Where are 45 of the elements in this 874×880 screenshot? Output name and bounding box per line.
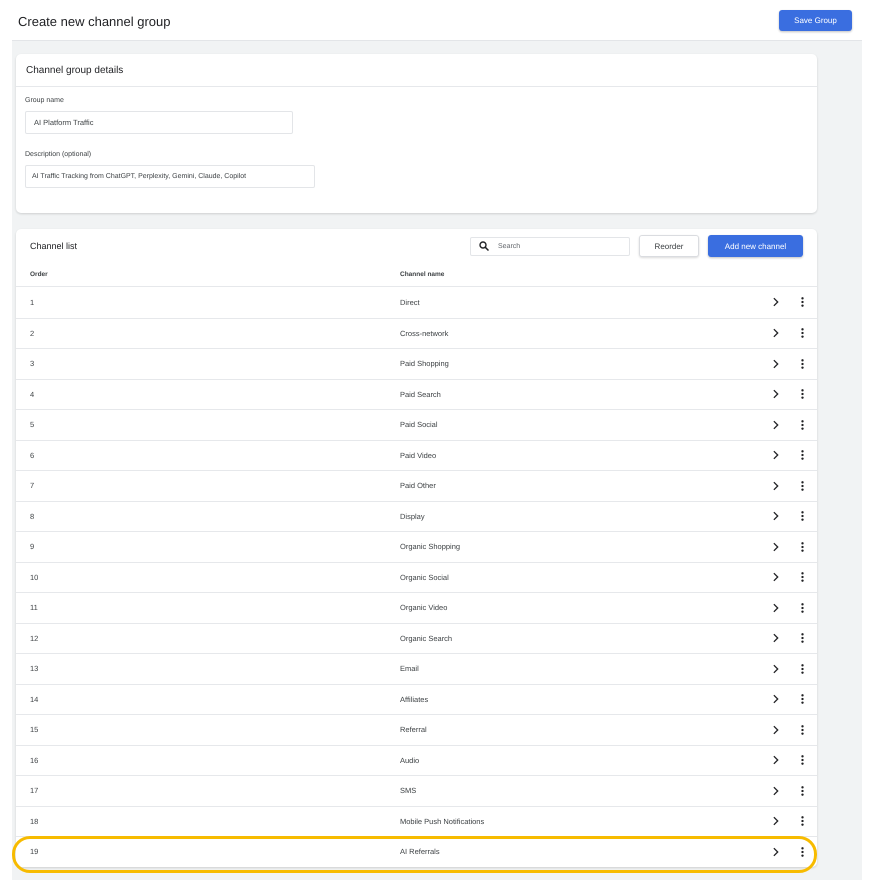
chevron-right-icon[interactable] (773, 511, 779, 522)
more-options-icon[interactable] (801, 694, 804, 704)
more-options-icon[interactable] (801, 724, 804, 735)
chevron-right-icon[interactable] (773, 633, 779, 644)
chevron-right-icon[interactable] (773, 786, 779, 796)
more-options-icon[interactable] (801, 480, 804, 491)
more-options-icon[interactable] (801, 816, 804, 826)
chevron-right-icon[interactable] (773, 694, 779, 704)
save-group-button[interactable]: Save Group (779, 10, 852, 30)
chevron-right-icon[interactable] (773, 816, 779, 826)
more-options-icon[interactable] (801, 542, 804, 552)
reorder-button[interactable]: Reorder (639, 235, 699, 257)
chevron-right-icon[interactable] (773, 602, 779, 613)
section-title: Channel list (30, 241, 78, 251)
chevron-right-icon[interactable] (773, 297, 779, 308)
chevron-right-icon[interactable] (773, 664, 779, 674)
more-options-icon[interactable] (801, 846, 804, 857)
more-options-icon[interactable] (801, 511, 804, 522)
more-options-icon[interactable] (801, 328, 804, 338)
chevron-right-icon[interactable] (773, 846, 779, 857)
search-icon (479, 241, 489, 251)
chevron-right-icon[interactable] (773, 450, 779, 460)
chevron-right-icon[interactable] (773, 724, 779, 735)
add-channel-button[interactable]: Add new channel (708, 235, 803, 257)
chevron-right-icon[interactable] (773, 328, 779, 338)
more-options-icon[interactable] (801, 389, 804, 400)
more-options-icon[interactable] (801, 450, 804, 460)
more-options-icon[interactable] (801, 664, 804, 674)
chevron-right-icon[interactable] (773, 480, 779, 491)
more-options-icon[interactable] (801, 572, 804, 582)
chevron-right-icon[interactable] (773, 572, 779, 582)
more-options-icon[interactable] (801, 602, 804, 613)
more-options-icon[interactable] (801, 786, 804, 796)
more-options-icon[interactable] (801, 633, 804, 644)
more-options-icon[interactable] (801, 755, 804, 766)
more-options-icon[interactable] (801, 420, 804, 430)
chevron-right-icon[interactable] (773, 358, 779, 369)
more-options-icon[interactable] (801, 358, 804, 369)
chevron-right-icon[interactable] (773, 755, 779, 766)
chevron-right-icon[interactable] (773, 389, 779, 400)
chevron-right-icon[interactable] (773, 420, 779, 430)
section-title: Channel group details (26, 64, 124, 76)
chevron-right-icon[interactable] (773, 542, 779, 552)
page-title: Create new channel group (18, 14, 170, 29)
more-options-icon[interactable] (801, 297, 804, 308)
